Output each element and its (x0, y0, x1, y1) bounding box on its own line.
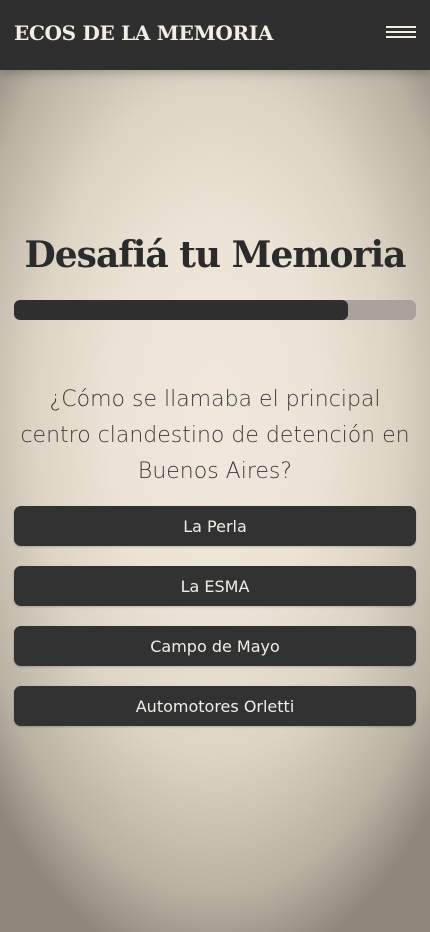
quiz-progress-fill (14, 300, 348, 320)
answer-option-la-perla[interactable]: La Perla (14, 506, 416, 546)
menu-bar-bottom (386, 36, 416, 38)
menu-bar-top (386, 26, 416, 28)
answer-option-la-esma[interactable]: La ESMA (14, 566, 416, 606)
quiz-progress-bar (14, 300, 416, 320)
answer-option-automotores-orletti[interactable]: Automotores Orletti (14, 686, 416, 726)
menu-bar-middle (386, 31, 416, 33)
brand-logo-text[interactable]: ECOS DE LA MEMORIA (14, 21, 273, 45)
answer-option-campo-de-mayo[interactable]: Campo de Mayo (14, 626, 416, 666)
hamburger-menu-icon[interactable] (386, 26, 416, 42)
quiz-title: Desafiá tu Memoria (24, 234, 407, 277)
top-navbar: ECOS DE LA MEMORIA (0, 0, 430, 70)
quiz-question: ¿Cómo se llamaba el principal centro cla… (20, 387, 410, 484)
